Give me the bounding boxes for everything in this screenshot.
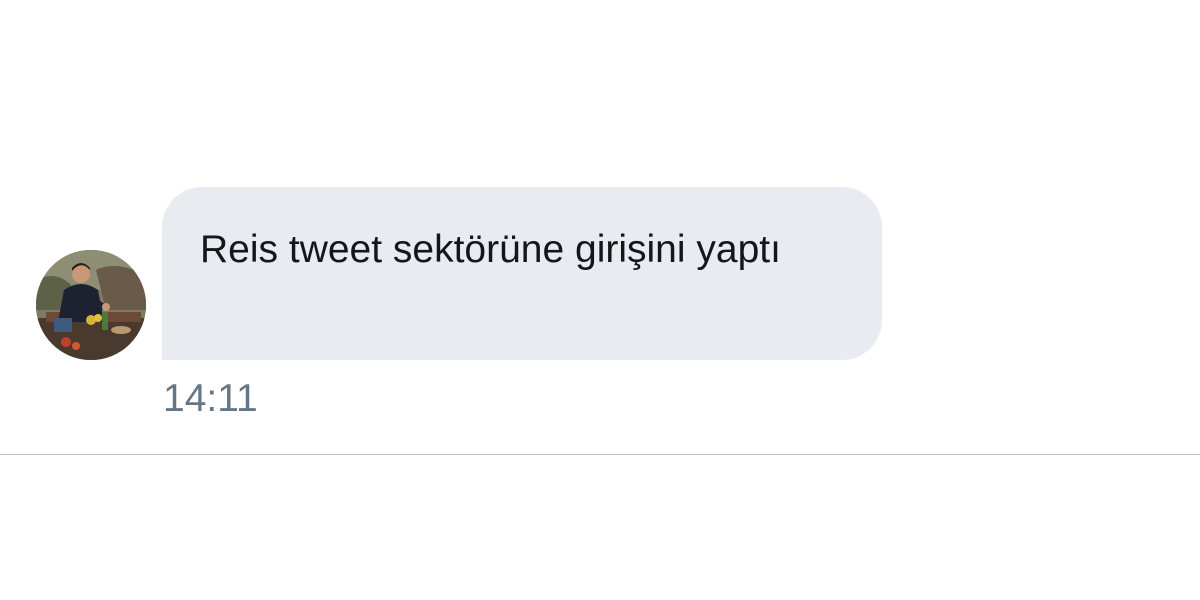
message-bubble[interactable]: Reis tweet sektörüne girişini yaptı bbox=[162, 187, 882, 360]
divider bbox=[0, 454, 1200, 455]
received-message: Reis tweet sektörüne girişini yaptı 14:1… bbox=[36, 187, 936, 427]
sender-avatar[interactable] bbox=[36, 250, 146, 360]
message-timestamp: 14:11 bbox=[163, 377, 258, 420]
dm-conversation: Reis tweet sektörüne girişini yaptı 14:1… bbox=[0, 0, 1200, 600]
avatar-photo-icon bbox=[36, 250, 146, 360]
message-text: Reis tweet sektörüne girişini yaptı bbox=[200, 228, 781, 271]
